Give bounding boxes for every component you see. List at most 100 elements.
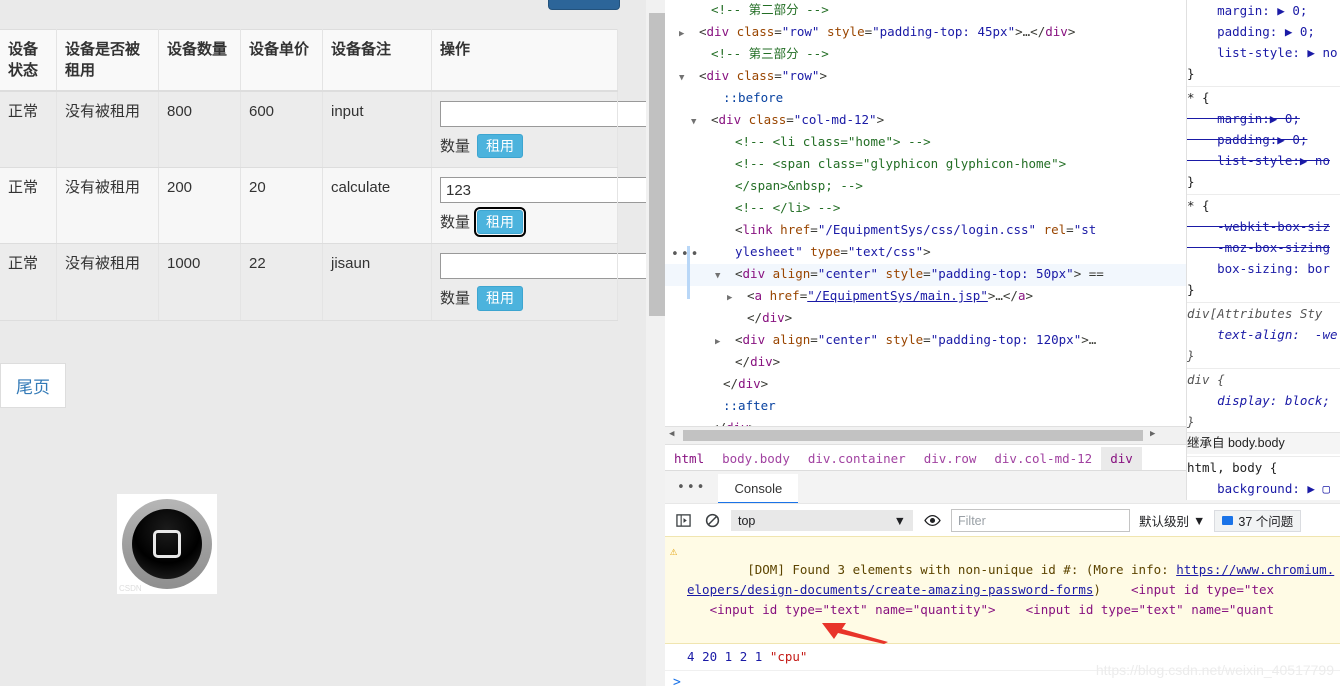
clear-console-icon[interactable] xyxy=(702,511,722,531)
disclosure-triangle-icon[interactable]: ▼ xyxy=(715,267,735,286)
style-rule-line[interactable]: div[Attributes Sty xyxy=(1187,302,1340,324)
token: link xyxy=(742,222,773,237)
style-rule-line[interactable]: * { xyxy=(1187,86,1340,108)
style-rule-line[interactable]: margin:▶ 0; xyxy=(1187,108,1340,129)
quantity-input[interactable] xyxy=(440,253,646,280)
breadcrumb-item-html[interactable]: html xyxy=(665,447,713,470)
token: div xyxy=(718,112,742,127)
token: href xyxy=(772,222,811,237)
style-rule-line[interactable]: background: ▶ ▢ xyxy=(1187,478,1340,499)
page-scrollbar-thumb[interactable] xyxy=(649,13,665,316)
cell-rented: 没有被租用 xyxy=(56,167,159,245)
token: div xyxy=(750,354,773,369)
web-page-viewport: 设备状态 设备是否被租用 设备数量 设备单价 设备备注 操作 正常 没有被租用 … xyxy=(0,0,646,686)
cell-remark: input xyxy=(322,91,432,169)
log-level-select[interactable]: 默认级别 ▼ xyxy=(1139,511,1205,530)
home-square-icon xyxy=(153,530,181,558)
token: < xyxy=(735,332,743,347)
token: style xyxy=(878,332,924,347)
issues-count-label: 37 个问题 xyxy=(1238,515,1294,529)
style-rule-line[interactable]: div { xyxy=(1187,368,1340,390)
style-rule-line[interactable]: list-style:▶ no xyxy=(1187,150,1340,171)
style-rule-line[interactable]: margin: ▶ 0; xyxy=(1187,0,1340,21)
token: = xyxy=(774,24,782,39)
token: > xyxy=(923,244,931,259)
style-rule-line[interactable]: padding:▶ 0; xyxy=(1187,129,1340,150)
style-rule-line[interactable]: html, body { xyxy=(1187,456,1340,478)
cell-action: 数量 租用 xyxy=(431,243,646,321)
col-header-state: 设备状态 xyxy=(0,29,57,92)
top-blue-button[interactable] xyxy=(548,0,620,10)
console-warning-link[interactable]: elopers/design-documents/create-amazing-… xyxy=(687,582,1093,597)
rent-button[interactable]: 租用 xyxy=(477,134,524,159)
tab-console[interactable]: Console xyxy=(718,474,799,504)
console-value: 20 xyxy=(702,649,725,664)
issues-button[interactable]: 37 个问题 xyxy=(1214,509,1302,532)
more-tabs-icon[interactable]: ••• xyxy=(665,480,718,504)
disclosure-triangle-icon[interactable]: ▶ xyxy=(715,333,735,352)
token: > xyxy=(784,310,793,325)
style-rule-line[interactable]: * { xyxy=(1187,194,1340,216)
token: type xyxy=(802,244,841,259)
cell-remark: jisaun xyxy=(322,243,432,321)
style-rule-line[interactable]: list-style: ▶ no xyxy=(1187,42,1340,63)
console-filter-input[interactable]: Filter xyxy=(951,509,1130,532)
token: </ xyxy=(747,310,763,325)
rent-button[interactable]: 租用 xyxy=(474,207,527,238)
live-expression-eye-icon[interactable] xyxy=(922,511,942,531)
token: < xyxy=(699,68,707,83)
context-select[interactable]: top ▼ xyxy=(731,510,913,531)
rent-button[interactable]: 租用 xyxy=(477,286,524,311)
chevron-left-icon[interactable]: ◀ xyxy=(669,429,674,439)
token: a xyxy=(754,288,763,303)
token: > xyxy=(772,354,781,369)
style-rule-line[interactable]: -webkit-box-siz xyxy=(1187,216,1340,237)
breadcrumb-item-div-col-md-12[interactable]: div.col-md-12 xyxy=(985,447,1101,470)
style-rule-line[interactable]: } xyxy=(1187,345,1340,366)
token: </span>&nbsp; --> xyxy=(735,178,863,193)
style-rule-line[interactable]: display: block; xyxy=(1187,390,1340,411)
breadcrumb-item-body-body[interactable]: body.body xyxy=(713,447,799,470)
style-rule-line[interactable]: } xyxy=(1187,63,1340,84)
chevron-right-icon[interactable]: ▶ xyxy=(1150,429,1155,439)
chevron-down-icon: ▼ xyxy=(1193,513,1206,528)
token: < xyxy=(747,288,755,303)
disclosure-triangle-icon[interactable]: ▼ xyxy=(679,69,699,88)
style-rule-line[interactable]: -moz-box-sizing xyxy=(1187,237,1340,258)
style-rule-line[interactable]: padding: ▶ 0; xyxy=(1187,21,1340,42)
token: "center" xyxy=(817,332,879,347)
token: class xyxy=(741,112,787,127)
style-rule-line[interactable]: text-align: -we xyxy=(1187,324,1340,345)
breadcrumb-item-div[interactable]: div xyxy=(1101,446,1142,470)
token: < xyxy=(735,266,743,281)
breadcrumb-item-div-row[interactable]: div.row xyxy=(915,447,986,470)
disclosure-triangle-icon[interactable]: ▶ xyxy=(727,289,747,308)
console-warning-link[interactable]: https://www.chromium. xyxy=(1176,562,1334,577)
elements-hscrollbar-thumb[interactable] xyxy=(683,430,1143,441)
disclosure-triangle-icon[interactable]: ▶ xyxy=(679,25,699,44)
home-button-image: CSDN xyxy=(117,494,217,594)
pagination-last-page[interactable]: 尾页 xyxy=(0,363,66,408)
style-rule-line[interactable]: } xyxy=(1187,411,1340,432)
console-sidebar-icon[interactable] xyxy=(673,511,693,531)
token: >…</ xyxy=(987,288,1018,303)
token: < xyxy=(735,222,743,237)
style-rule-line[interactable]: } xyxy=(1187,279,1340,300)
disclosure-triangle-icon[interactable]: ▼ xyxy=(691,113,711,132)
quantity-input[interactable] xyxy=(440,101,646,127)
style-rule-line[interactable]: } xyxy=(1187,171,1340,192)
breadcrumb-item-div-container[interactable]: div.container xyxy=(799,447,915,470)
quantity-input[interactable] xyxy=(440,177,646,204)
elements-overflow-dots[interactable]: ••• xyxy=(671,247,700,262)
style-rule-line[interactable]: 继承自 body.body xyxy=(1187,432,1340,454)
token: class xyxy=(729,68,775,83)
styles-pane[interactable]: margin: ▶ 0; padding: ▶ 0; list-style: ▶… xyxy=(1186,0,1340,500)
token: > xyxy=(876,112,885,127)
token: <!-- </li> --> xyxy=(735,200,841,215)
cell-state: 正常 xyxy=(0,91,57,169)
console-warning-text: ) xyxy=(1093,582,1132,597)
style-rule-line[interactable]: box-sizing: bor xyxy=(1187,258,1340,279)
